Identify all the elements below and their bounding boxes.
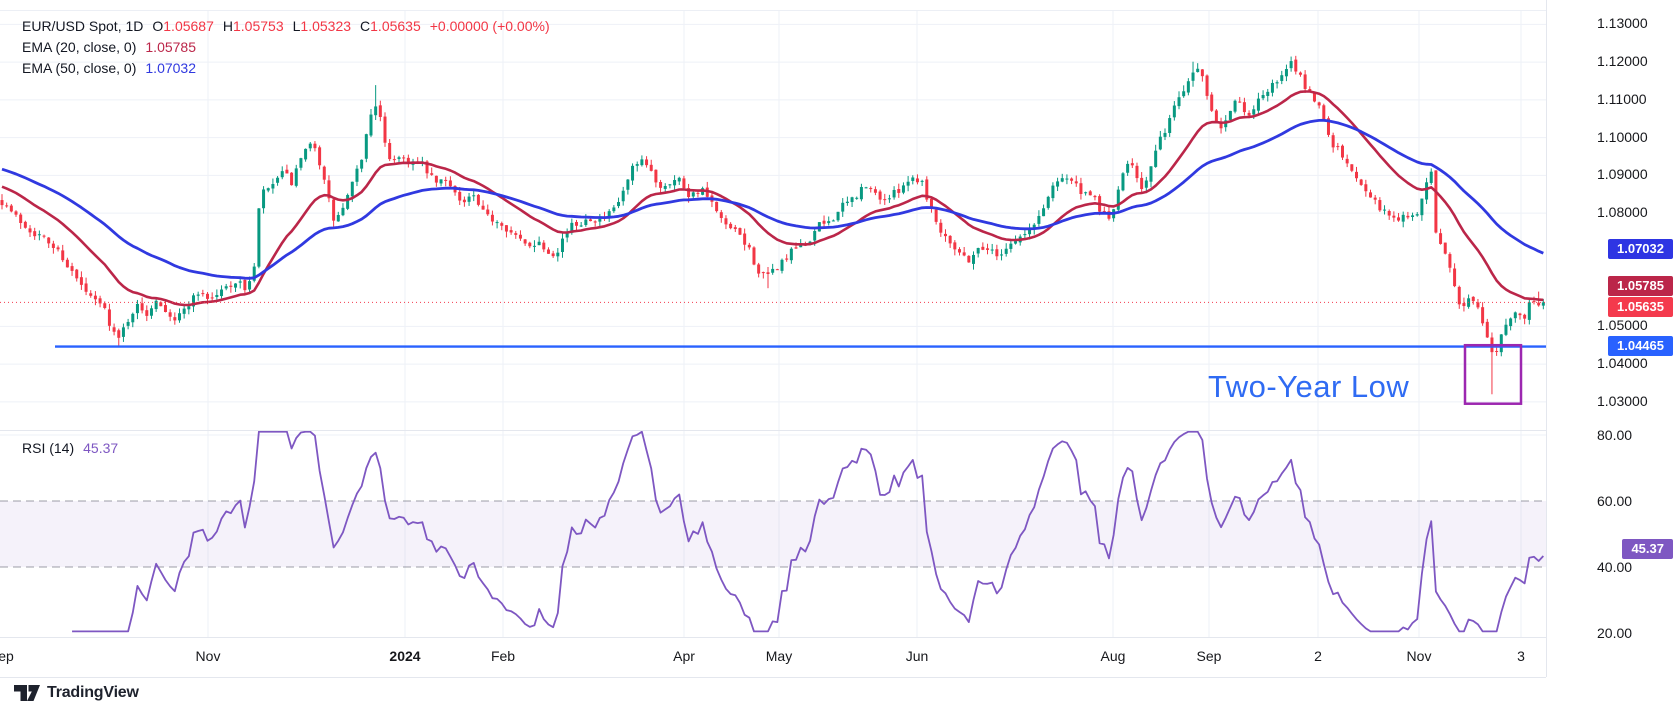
- time-tick-Nov: Nov: [1407, 648, 1432, 664]
- open-value: O1.05687: [152, 18, 214, 34]
- price-tick-1.13000: 1.13000: [1597, 14, 1648, 32]
- time-tick-Aug: Aug: [1101, 648, 1126, 664]
- legend: EUR/USD Spot, 1D O1.05687 H1.05753 L1.05…: [22, 15, 550, 78]
- rsi-legend-row[interactable]: RSI (14) 45.37: [22, 440, 118, 456]
- rsi-tick-60.00: 60.00: [1597, 492, 1632, 510]
- ema20-value: 1.05785: [145, 39, 196, 55]
- price-tick-1.03000: 1.03000: [1597, 392, 1648, 410]
- ema20-row[interactable]: EMA (20, close, 0) 1.05785: [22, 36, 550, 57]
- rsi-pane-canvas: [0, 431, 1546, 637]
- low-value: L1.05323: [293, 18, 351, 34]
- rsi-label: RSI (14): [22, 440, 74, 456]
- pane-separator[interactable]: [0, 430, 1546, 431]
- price-tick-1.04000: 1.04000: [1597, 354, 1648, 372]
- two-year-low-annotation[interactable]: Two-Year Low: [1208, 369, 1409, 405]
- ema50-value: 1.07032: [145, 60, 196, 76]
- rsi-badge: 45.37: [1622, 539, 1673, 559]
- tradingview-chart-window: Two-Year Low EUR/USD Spot, 1D O1.05687 H…: [0, 0, 1675, 718]
- time-tick-3: 3: [1517, 648, 1525, 664]
- change-value: +0.00000 (+0.00%): [430, 18, 550, 34]
- time-tick-Feb: Feb: [491, 648, 515, 664]
- time-tick-2: 2: [1314, 648, 1322, 664]
- rsi-tick-20.00: 20.00: [1597, 624, 1632, 642]
- rsi-pane[interactable]: [0, 431, 1546, 637]
- ema20-badge: 1.05785: [1608, 276, 1673, 296]
- symbol-title: EUR/USD Spot, 1D: [22, 18, 143, 34]
- ema20-label: EMA (20, close, 0): [22, 39, 136, 55]
- rsi-tick-40.00: 40.00: [1597, 558, 1632, 576]
- time-tick-Apr: Apr: [673, 648, 695, 664]
- price-tick-1.11000: 1.11000: [1597, 90, 1647, 108]
- time-tick-2024: 2024: [389, 648, 420, 664]
- ema50-row[interactable]: EMA (50, close, 0) 1.07032: [22, 57, 550, 78]
- time-scale[interactable]: ep Nov 2024 Feb Apr May Jun Aug Sep 2 Nov 3: [0, 637, 1546, 678]
- price-tick-1.05000: 1.05000: [1597, 316, 1648, 334]
- rsi-tick-80.00: 80.00: [1597, 426, 1632, 444]
- tradingview-logo[interactable]: TradingView: [14, 684, 139, 702]
- price-tick-1.12000: 1.12000: [1597, 52, 1648, 70]
- high-value: H1.05753: [223, 18, 284, 34]
- time-tick-Jun: Jun: [906, 648, 929, 664]
- last-price-badge: 1.05635: [1608, 297, 1673, 317]
- time-tick-Sep: Sep: [1197, 648, 1222, 664]
- candlestick-series: [1, 56, 1545, 394]
- support-badge: 1.04465: [1608, 336, 1673, 356]
- price-tick-1.08000: 1.08000: [1597, 203, 1648, 221]
- time-tick-May: May: [766, 648, 792, 664]
- time-tick-ep: ep: [0, 648, 14, 664]
- tradingview-logo-icon: [14, 684, 40, 702]
- ema50-badge: 1.07032: [1608, 239, 1673, 259]
- price-tick-1.09000: 1.09000: [1597, 165, 1648, 183]
- ema50-line[interactable]: [2, 120, 1543, 278]
- ema50-label: EMA (50, close, 0): [22, 60, 136, 76]
- price-scale[interactable]: 1.13000 1.12000 1.11000 1.10000 1.09000 1.080…: [1546, 0, 1675, 677]
- symbol-row[interactable]: EUR/USD Spot, 1D O1.05687 H1.05753 L1.05…: [22, 15, 550, 36]
- two-year-low-box[interactable]: [1465, 345, 1521, 404]
- close-value: C1.05635: [360, 18, 421, 34]
- price-tick-1.10000: 1.10000: [1597, 128, 1648, 146]
- rsi-value: 45.37: [83, 440, 118, 456]
- tradingview-logo-text: TradingView: [47, 684, 139, 702]
- time-tick-Nov: Nov: [196, 648, 221, 664]
